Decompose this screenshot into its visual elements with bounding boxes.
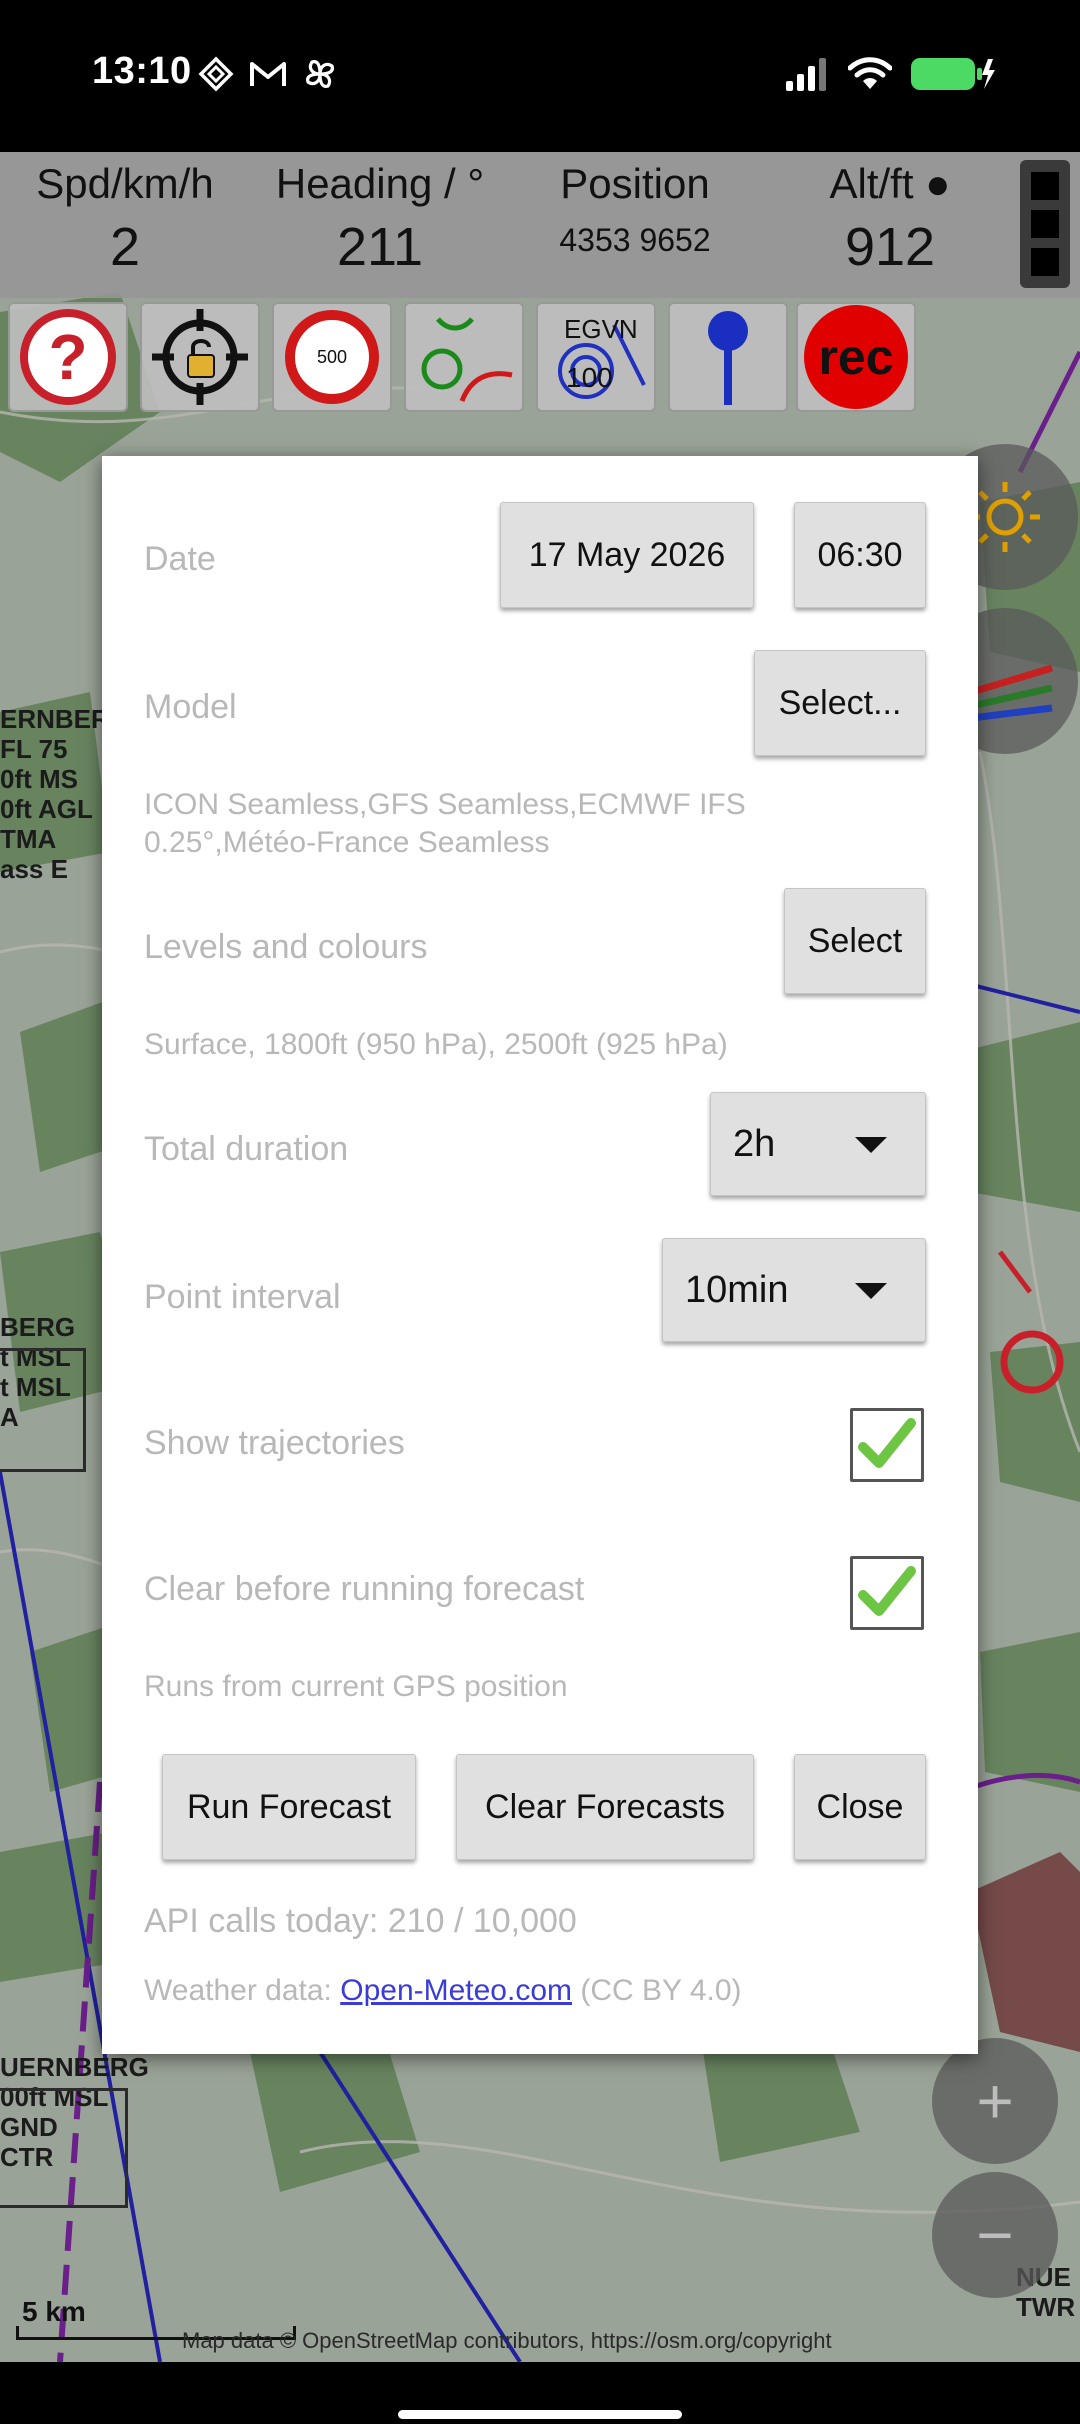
altitude-limit-button[interactable]: 500: [272, 302, 392, 412]
position-readout[interactable]: Position 4353 9652: [520, 160, 750, 259]
map-toolbar: ? 500 EGVN 100 rec: [0, 298, 916, 414]
altitude-readout[interactable]: Alt/ft ● 912: [775, 160, 1005, 278]
trajectories-label: Show trajectories: [144, 1424, 405, 1462]
chevron-down-icon: [855, 1283, 887, 1299]
zoom-in-icon: +: [976, 2065, 1014, 2137]
map-label-frame-ctr: [0, 2088, 128, 2208]
menu-button[interactable]: [1020, 160, 1070, 288]
help-icon: ?: [20, 309, 116, 405]
trajectories-checkbox[interactable]: [850, 1408, 924, 1482]
svg-text:?: ?: [48, 321, 87, 393]
forecast-dialog: Date 17 May 2026 06:30 Model Select... I…: [102, 456, 978, 2054]
date-button[interactable]: 17 May 2026: [500, 502, 754, 608]
zoom-out-button[interactable]: −: [932, 2172, 1058, 2298]
run-forecast-button[interactable]: Run Forecast: [162, 1754, 416, 1860]
help-button[interactable]: ?: [8, 302, 128, 412]
runs-from-note: Runs from current GPS position: [144, 1670, 568, 1703]
gmail-icon: [250, 62, 286, 86]
interval-label: Point interval: [144, 1278, 341, 1316]
weather-attribution: Weather data: Open-Meteo.com (CC BY 4.0): [144, 1972, 742, 2010]
signal-icon: [786, 58, 826, 91]
lock-target-icon: [152, 309, 248, 405]
model-summary-line1: ICON Seamless,GFS Seamless,ECMWF IFS: [144, 788, 746, 821]
duration-value: 2h: [733, 1122, 776, 1165]
lock-target-button[interactable]: [140, 302, 260, 412]
speed-readout[interactable]: Spd/km/h 2: [10, 160, 240, 278]
zoom-out-icon: −: [976, 2199, 1014, 2271]
speed-label: Spd/km/h: [36, 160, 214, 207]
airport-badge-top: EGVN: [564, 314, 638, 344]
menu-icon-square: [1031, 210, 1059, 238]
battery-charging-icon: [911, 58, 995, 90]
duration-label: Total duration: [144, 1130, 349, 1168]
airport-badge-bottom: 100: [566, 362, 613, 393]
pinwheel-icon: [306, 60, 334, 88]
status-time: 13:10: [92, 50, 192, 92]
checkmark-icon: [858, 1418, 916, 1468]
levels-label: Levels and colours: [144, 928, 428, 966]
pin-icon: [708, 311, 748, 405]
clear-forecasts-button[interactable]: Clear Forecasts: [456, 1754, 754, 1860]
wifi-icon: [848, 57, 892, 89]
airport-button[interactable]: EGVN 100: [536, 302, 656, 412]
model-select-button[interactable]: Select...: [754, 650, 926, 756]
system-icons: [784, 56, 996, 92]
position-label: Position: [560, 160, 710, 207]
heading-label: Heading / °: [275, 160, 485, 207]
weather-attribution-prefix: Weather data:: [144, 1974, 341, 2007]
model-summary-line2: 0.25°,Météo-France Seamless: [144, 826, 550, 859]
model-label: Model: [144, 688, 237, 726]
levels-select-button[interactable]: Select: [784, 888, 926, 994]
route-button[interactable]: [404, 302, 524, 412]
heading-readout[interactable]: Heading / ° 211: [255, 160, 505, 278]
api-calls-counter: API calls today: 210 / 10,000: [144, 1902, 577, 1940]
heading-value: 211: [336, 217, 424, 277]
position-value: 4353 9652: [559, 222, 711, 258]
altitude-badge: 500: [316, 346, 348, 367]
levels-summary: Surface, 1800ft (950 hPa), 2500ft (925 h…: [144, 1028, 728, 1061]
status-bar: 13:10: [0, 0, 1080, 152]
date-label: Date: [144, 540, 216, 578]
instrument-strip: Spd/km/h 2 Heading / ° 211 Position 4353…: [0, 152, 1080, 298]
altitude-value: 912: [844, 217, 936, 277]
time-button[interactable]: 06:30: [794, 502, 926, 608]
map-label-frame: [0, 1348, 86, 1472]
notification-icons: [198, 56, 338, 92]
interval-value: 10min: [685, 1268, 789, 1311]
checkmark-icon: [858, 1566, 916, 1616]
clear-before-label: Clear before running forecast: [144, 1570, 585, 1608]
close-button[interactable]: Close: [794, 1754, 926, 1860]
map-label-nuernberg-tma: ERNBER FL 75 0ft MS 0ft AGL TMA ass E: [0, 704, 110, 884]
record-button[interactable]: rec: [796, 302, 916, 412]
home-gesture-handle[interactable]: [398, 2410, 682, 2419]
chevron-down-icon: [855, 1137, 887, 1153]
route-icon: [421, 317, 513, 402]
clear-before-checkbox[interactable]: [850, 1556, 924, 1630]
interval-dropdown[interactable]: 10min: [662, 1238, 926, 1342]
pin-button[interactable]: [668, 302, 788, 412]
diamond-icon: [198, 56, 234, 92]
altitude-label: Alt/ft ●: [829, 160, 951, 207]
open-meteo-link[interactable]: Open-Meteo.com: [340, 1974, 572, 2007]
menu-icon-square: [1031, 248, 1059, 276]
map-attribution: Map data © OpenStreetMap contributors, h…: [182, 2328, 832, 2353]
map-scale-label: 5 km: [22, 2296, 86, 2327]
weather-attribution-suffix: (CC BY 4.0): [572, 1974, 742, 2007]
record-label: rec: [818, 329, 894, 385]
menu-icon-square: [1031, 172, 1059, 200]
speed-value: 2: [109, 217, 141, 277]
zoom-in-button[interactable]: +: [932, 2038, 1058, 2164]
duration-dropdown[interactable]: 2h: [710, 1092, 926, 1196]
